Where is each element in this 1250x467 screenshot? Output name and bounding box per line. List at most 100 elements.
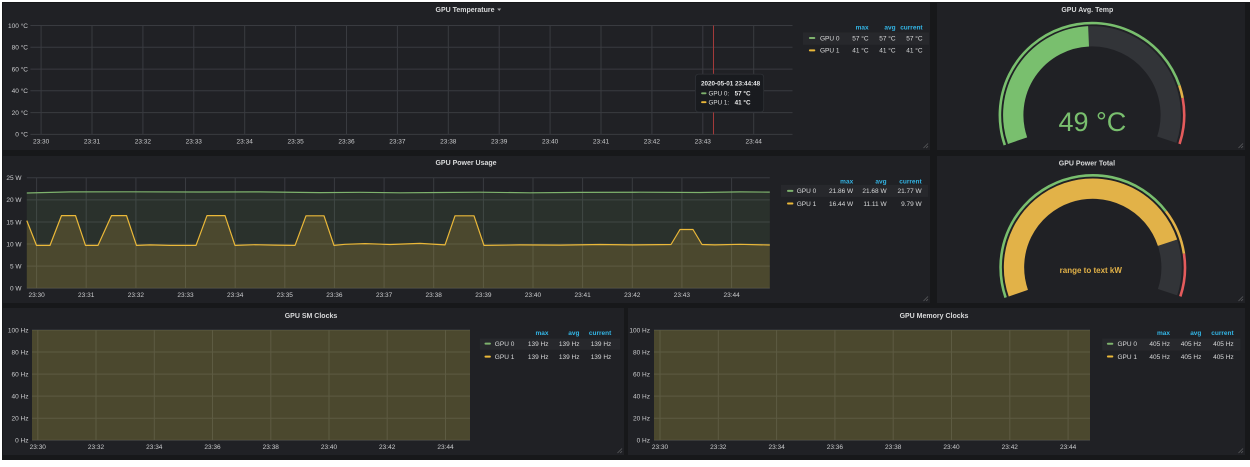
svg-text:23:41: 23:41 [574,292,591,299]
svg-text:GPU 0: GPU 0 [797,188,817,195]
svg-text:41 °C: 41 °C [852,47,869,55]
svg-text:15 W: 15 W [6,219,22,226]
svg-text:GPU 0: GPU 0 [495,341,515,348]
svg-text:40 °C: 40 °C [12,87,29,95]
svg-text:avg: avg [568,330,579,337]
svg-text:GPU 1: GPU 1 [797,201,817,208]
svg-text:max: max [840,178,853,185]
svg-text:10 W: 10 W [6,241,22,248]
svg-text:20 Hz: 20 Hz [633,416,650,423]
svg-text:139 Hz: 139 Hz [559,354,580,361]
svg-text:20 Hz: 20 Hz [12,416,29,423]
svg-text:GPU Memory Clocks: GPU Memory Clocks [900,313,969,320]
svg-text:23:40: 23:40 [943,444,960,451]
svg-text:0 W: 0 W [10,286,22,293]
svg-text:GPU 1: GPU 1 [820,48,840,55]
svg-text:100 Hz: 100 Hz [629,327,650,334]
svg-text:0 Hz: 0 Hz [637,438,650,445]
svg-text:23:30: 23:30 [652,444,669,451]
svg-text:139 Hz: 139 Hz [591,341,612,348]
svg-text:9.79 W: 9.79 W [901,201,922,208]
svg-text:23:40: 23:40 [321,444,338,451]
svg-text:23:34: 23:34 [146,444,163,451]
svg-text:23:31: 23:31 [84,139,101,146]
svg-text:23:44: 23:44 [437,444,454,451]
svg-text:41 °C: 41 °C [906,47,923,55]
svg-text:23:42: 23:42 [624,292,641,299]
svg-text:25 W: 25 W [6,175,22,182]
svg-text:23:30: 23:30 [28,292,45,299]
svg-text:21.68 W: 21.68 W [862,188,887,195]
svg-text:405 Hz: 405 Hz [1181,354,1202,361]
svg-text:21.86 W: 21.86 W [829,188,854,195]
svg-text:80 Hz: 80 Hz [12,349,29,356]
svg-text:23:32: 23:32 [88,444,105,451]
svg-text:40 Hz: 40 Hz [12,393,29,400]
svg-text:23:43: 23:43 [674,292,691,299]
svg-text:23:44: 23:44 [723,292,740,299]
svg-text:405 Hz: 405 Hz [1213,354,1234,361]
svg-text:2020-05-01 23:44:48: 2020-05-01 23:44:48 [701,81,761,88]
svg-text:139 Hz: 139 Hz [559,341,580,348]
svg-text:23:38: 23:38 [426,292,443,299]
svg-text:405 Hz: 405 Hz [1213,341,1234,348]
svg-text:23:33: 23:33 [177,292,194,299]
svg-text:100 °C: 100 °C [8,22,28,30]
svg-text:23:40: 23:40 [542,139,559,146]
svg-text:23:32: 23:32 [710,444,727,451]
svg-text:23:41: 23:41 [593,139,610,146]
svg-text:60 Hz: 60 Hz [633,371,650,378]
svg-text:23:38: 23:38 [440,139,457,146]
svg-text:23:36: 23:36 [204,444,221,451]
svg-text:23:40: 23:40 [525,292,542,299]
svg-text:GPU 0: GPU 0 [1118,341,1138,348]
svg-text:GPU Avg. Temp: GPU Avg. Temp [1061,7,1113,14]
svg-text:23:44: 23:44 [746,139,763,146]
svg-text:GPU 1: GPU 1 [495,354,515,361]
svg-text:41 °C: 41 °C [879,47,896,55]
svg-text:49 °C: 49 °C [1058,107,1126,137]
svg-text:80 Hz: 80 Hz [633,349,650,356]
svg-text:23:42: 23:42 [644,139,661,146]
svg-text:23:30: 23:30 [30,444,47,451]
svg-text:23:30: 23:30 [33,139,50,146]
svg-text:23:37: 23:37 [376,292,393,299]
svg-text:57 °C: 57 °C [735,90,751,98]
svg-text:23:31: 23:31 [78,292,95,299]
svg-text:0 °C: 0 °C [15,131,28,139]
svg-text:GPU SM Clocks: GPU SM Clocks [285,313,338,320]
svg-text:100 Hz: 100 Hz [8,327,29,334]
svg-text:80 °C: 80 °C [12,44,29,52]
svg-text:23:35: 23:35 [277,292,294,299]
svg-text:60 °C: 60 °C [12,65,29,73]
svg-text:139 Hz: 139 Hz [591,354,612,361]
svg-text:max: max [856,25,869,32]
svg-text:20 W: 20 W [6,197,22,204]
svg-text:current: current [589,330,612,337]
svg-text:139 Hz: 139 Hz [528,341,549,348]
svg-text:23:36: 23:36 [827,444,844,451]
svg-text:23:42: 23:42 [379,444,396,451]
svg-text:current: current [900,25,923,32]
svg-text:23:36: 23:36 [338,139,355,146]
svg-text:23:36: 23:36 [326,292,343,299]
svg-text:23:37: 23:37 [389,139,406,146]
svg-text:avg: avg [875,178,886,185]
svg-text:23:39: 23:39 [491,139,508,146]
svg-text:GPU Temperature: GPU Temperature [436,7,495,14]
svg-text:GPU 1: GPU 1 [1118,354,1138,361]
svg-text:23:42: 23:42 [1002,444,1019,451]
svg-text:5 W: 5 W [10,263,22,270]
svg-text:23:39: 23:39 [475,292,492,299]
svg-text:40 Hz: 40 Hz [633,393,650,400]
svg-text:23:38: 23:38 [885,444,902,451]
svg-text:57 °C: 57 °C [852,34,869,42]
svg-text:57 °C: 57 °C [879,34,896,42]
svg-text:range to text kW: range to text kW [1060,266,1123,275]
svg-text:GPU 0:: GPU 0: [709,91,730,98]
svg-text:current: current [899,178,922,185]
svg-text:23:33: 23:33 [186,139,203,146]
svg-text:max: max [535,330,548,337]
svg-text:11.11 W: 11.11 W [863,201,887,208]
svg-text:16.44 W: 16.44 W [829,201,854,208]
